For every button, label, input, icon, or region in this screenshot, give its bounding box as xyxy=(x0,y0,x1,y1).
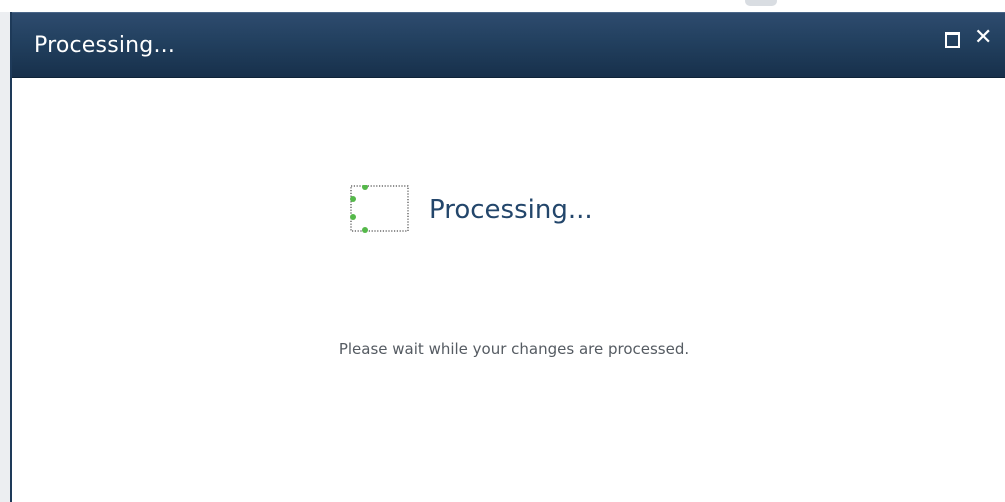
processing-dialog: Processing... ✕ Processing... Please wai… xyxy=(10,12,1005,502)
spinner-dot xyxy=(362,185,368,190)
maximize-button[interactable] xyxy=(942,29,964,51)
spinner-dot xyxy=(350,214,356,220)
processing-heading: Processing... xyxy=(429,195,593,225)
background-page xyxy=(0,0,1005,12)
background-decoration xyxy=(745,0,777,6)
spinner-frame xyxy=(350,185,409,232)
dialog-titlebar[interactable]: Processing... ✕ xyxy=(12,12,1005,78)
processing-message: Please wait while your changes are proce… xyxy=(338,340,690,358)
background-page-edge xyxy=(0,12,10,502)
screen: Processing... ✕ Processing... Please wai… xyxy=(0,0,1005,502)
close-button[interactable]: ✕ xyxy=(974,25,996,51)
dialog-title: Processing... xyxy=(34,33,176,58)
spinner-dot xyxy=(350,196,356,202)
loading-spinner-icon xyxy=(350,185,409,233)
spinner-dot xyxy=(362,227,368,233)
dialog-content: Processing... Please wait while your cha… xyxy=(12,78,1005,502)
close-icon: ✕ xyxy=(974,25,993,50)
maximize-icon xyxy=(945,32,960,48)
